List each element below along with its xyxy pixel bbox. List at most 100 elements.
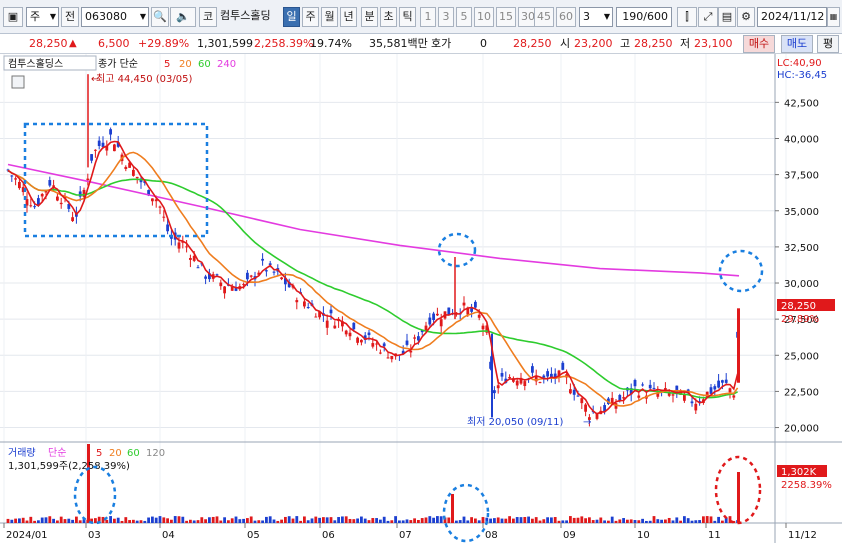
volume-bar <box>721 520 724 523</box>
candle-body <box>500 373 504 377</box>
candle-body <box>721 380 724 383</box>
candle-body <box>189 258 192 260</box>
tab-month[interactable]: 월 <box>321 7 338 27</box>
y-tick-label: 30,000 <box>784 279 819 290</box>
tab-tick[interactable]: 틱 <box>399 7 416 27</box>
calendar-icon[interactable]: ▦ <box>827 7 840 27</box>
tab-second[interactable]: 초 <box>380 7 397 27</box>
volume-bar <box>181 516 185 523</box>
gear-icon[interactable]: ⚙ <box>737 7 755 27</box>
candle-icon[interactable]: ⫿ <box>677 7 697 27</box>
volume-bar <box>572 517 576 523</box>
interval-3[interactable]: 3 <box>438 7 454 27</box>
candle-body <box>329 309 333 314</box>
candle-body <box>496 385 500 389</box>
volume-bar <box>143 520 147 523</box>
date-input[interactable]: 2024/11/12 <box>757 7 827 27</box>
y-tick-label: 20,000 <box>784 424 819 435</box>
search-icon[interactable]: 🔍 <box>151 7 169 27</box>
prev-button[interactable]: 전 <box>61 7 79 27</box>
candle-body <box>101 142 105 147</box>
volume-bar <box>21 517 25 523</box>
candle-body <box>223 286 226 294</box>
tab-day[interactable]: 일 <box>283 7 300 27</box>
volume-bar <box>352 519 356 523</box>
volume-bar <box>120 520 124 523</box>
volume-bar <box>633 520 637 523</box>
grid-toggle-icon[interactable] <box>11 75 25 89</box>
interval-45[interactable]: 45 <box>534 7 554 27</box>
volume-bar <box>686 518 690 523</box>
candle-body <box>724 379 728 383</box>
tab-minute[interactable]: 분 <box>361 7 378 27</box>
candle-body <box>219 282 223 287</box>
candle-body <box>29 205 33 207</box>
volume-bar <box>124 517 128 523</box>
tab-week[interactable]: 주 <box>302 7 319 27</box>
volume-bar <box>329 517 333 523</box>
count-input[interactable]: 190/600 <box>616 7 672 27</box>
volume-bar <box>664 519 667 523</box>
candle-body <box>18 181 21 189</box>
type-select[interactable]: 주 ▼ <box>26 7 59 27</box>
interval-15[interactable]: 15 <box>496 7 516 27</box>
lc-value: LC:40,90 <box>777 58 822 69</box>
candle-body <box>531 366 534 373</box>
candle-body <box>177 242 181 249</box>
chevron-down-icon: ▼ <box>603 12 610 21</box>
volume-bar <box>409 520 413 523</box>
volume-bar <box>291 518 295 523</box>
type-select-value: 주 <box>30 10 41 23</box>
volume-bar <box>580 516 584 523</box>
interval-select[interactable]: 3 ▼ <box>579 7 613 27</box>
legend-ma-label: 종가 단순 <box>98 58 138 70</box>
candle-body <box>249 275 253 277</box>
volume-bar <box>477 520 481 523</box>
candle-body <box>481 325 485 330</box>
buy-button[interactable]: 매수 <box>743 35 775 53</box>
interval-5[interactable]: 5 <box>456 7 472 27</box>
trade-amount: 35,581백만 <box>369 37 428 50</box>
candle-body <box>584 404 587 412</box>
volume-bar <box>48 516 52 523</box>
panel-icon[interactable]: ▣ <box>3 7 23 27</box>
candle-body <box>196 267 200 269</box>
save-icon[interactable]: ▤ <box>718 7 736 27</box>
y-tick-label: 37,500 <box>784 171 819 182</box>
market-button[interactable]: 코 <box>199 7 217 27</box>
candle-body <box>132 169 135 176</box>
candle-body <box>348 332 352 337</box>
interval-10[interactable]: 10 <box>474 7 494 27</box>
volume-bar <box>299 520 302 523</box>
stock-chart[interactable]: 42,50040,00037,50035,00032,50030,00027,5… <box>0 54 842 543</box>
volume-bar <box>565 520 568 523</box>
volume-bar <box>348 518 352 523</box>
volume-bar <box>489 518 492 523</box>
y-tick-label: 32,500 <box>784 243 819 254</box>
candle-body <box>295 300 299 303</box>
candle-body <box>671 394 675 396</box>
volume-bar <box>474 518 477 523</box>
candle-body <box>97 140 101 146</box>
candle-body <box>652 387 656 389</box>
candle-body <box>386 357 390 359</box>
candle-body <box>204 276 207 279</box>
candle-body <box>272 271 276 273</box>
hoga-label: 호가 <box>431 37 452 50</box>
sell-button[interactable]: 매도 <box>781 35 813 53</box>
legend-ma60: 60 <box>198 59 211 70</box>
tab-year[interactable]: 년 <box>340 7 357 27</box>
eval-button[interactable]: 평 <box>817 35 839 53</box>
volume-bar <box>341 516 344 523</box>
code-input[interactable]: 063080 ▼ <box>81 7 149 27</box>
vol-ma60: 60 <box>127 448 140 459</box>
interval-1[interactable]: 1 <box>420 7 436 27</box>
candle-body <box>439 319 443 327</box>
interval-select-value: 3 <box>583 10 590 23</box>
speaker-icon[interactable]: 🔈 <box>170 7 196 27</box>
volume-bar <box>318 517 321 523</box>
volume-bar <box>105 519 109 523</box>
interval-60[interactable]: 60 <box>556 7 576 27</box>
draw-tool-icon[interactable]: ⤢ <box>698 7 718 27</box>
toolbar: ▣ 주 ▼ 전 063080 ▼ 🔍 🔈 코 컴투스홀딩 일 주 월 년 분 초 틱… <box>0 0 842 34</box>
